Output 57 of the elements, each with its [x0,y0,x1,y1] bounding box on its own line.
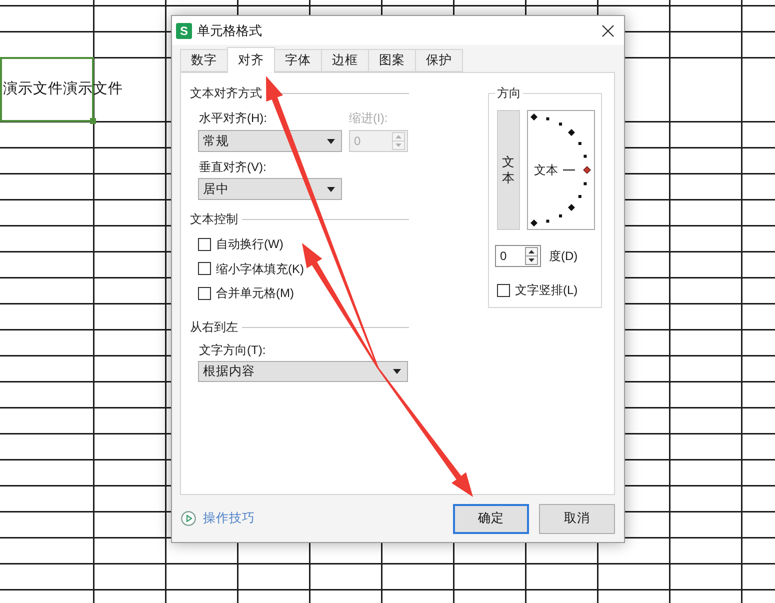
caret-icon [327,138,335,144]
degree-mark-icon [530,114,538,120]
degree-mark-icon [546,220,549,223]
checkbox[interactable] [497,284,510,296]
play-circle-icon[interactable] [181,511,196,526]
field-label: 缩进(I): [349,111,388,125]
selected-cell[interactable] [0,57,94,122]
degree-mark-icon [558,122,562,126]
checkbox[interactable] [198,286,211,300]
spin-arrows-icon[interactable] [525,247,538,265]
dropdown[interactable]: 常规 [198,130,342,152]
tips-link[interactable]: 操作技巧 [203,510,255,527]
dialog-button[interactable]: 确定 [453,504,529,534]
degree-mark-icon [583,154,586,158]
section-title: 文本控制 [190,212,238,226]
fill-handle-icon[interactable] [90,118,96,124]
vertical-text-button[interactable]: 文本 [497,110,520,230]
tab[interactable]: 对齐 [227,47,275,73]
section-title: 方向 [496,86,522,100]
degree-mark-icon [578,195,582,198]
dialog-button[interactable]: 取消 [539,504,615,534]
caret-icon [327,186,335,192]
checkbox-label[interactable]: 文字竖排(L) [515,283,578,297]
caret-icon [393,369,401,374]
angle-handle-icon[interactable] [582,166,591,174]
tab[interactable]: 保护 [415,49,463,72]
degree-mark-icon [558,214,562,218]
degree-mark-icon [546,117,549,120]
close-button[interactable] [601,24,615,38]
degrees-spinbox[interactable]: 0 [495,245,541,267]
tab[interactable]: 字体 [274,49,322,72]
dropdown[interactable]: 根据内容 [198,361,408,382]
close-icon [602,24,614,36]
section-title: 文本对齐方式 [190,86,262,100]
orientation-dial[interactable]: 文本 [526,110,595,230]
tab[interactable]: 边框 [321,49,369,72]
field-label: 垂直对齐(V): [199,160,266,174]
checkbox-label[interactable]: 合并单元格(M) [216,286,294,300]
checkbox-label[interactable]: 缩小字体填充(K) [216,262,304,276]
degree-mark-icon [530,220,538,226]
field-label: 文字方向(T): [199,343,266,357]
degree-mark-icon [583,182,586,186]
section-title: 从右到左 [190,320,238,334]
tab[interactable]: 图案 [368,49,416,72]
spin-arrows-icon [392,132,405,150]
field-label: 水平对齐(H): [199,111,267,125]
field-label: 度(D) [549,248,578,264]
dialog-title: 单元格格式 [197,22,262,40]
degree-mark-icon [578,142,582,145]
checkbox[interactable] [198,262,211,275]
checkbox[interactable] [198,238,211,250]
indent-spinbox: 0 [349,130,408,152]
tab[interactable]: 数字 [180,49,228,72]
checkbox-label[interactable]: 自动换行(W) [216,237,284,251]
dial-text: 文本 [534,162,558,178]
dropdown[interactable]: 居中 [198,178,342,200]
app-logo: S [176,22,192,38]
